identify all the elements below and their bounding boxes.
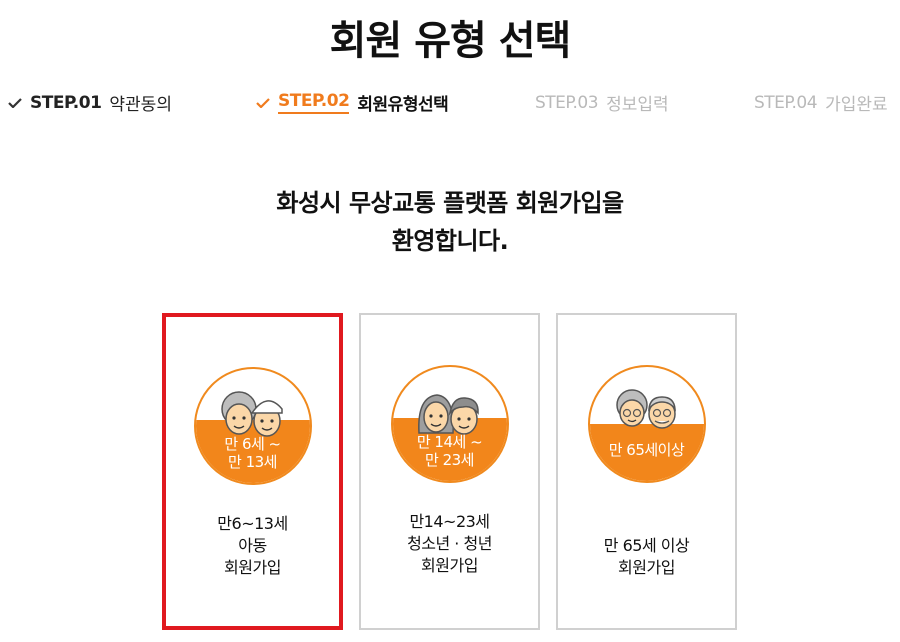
step-1-name: 약관동의 xyxy=(109,95,172,115)
badge-line-1: 만 6세 ~ xyxy=(224,435,281,453)
step-4: STEP.04 가입완료 xyxy=(754,90,888,116)
check-icon xyxy=(8,97,22,108)
member-type-card-senior[interactable]: 만 65세이상 만 65세 이상 회원가입 xyxy=(556,313,737,630)
badge-line-1: 만 65세이상 xyxy=(608,441,685,459)
step-progress: STEP.01 약관동의 STEP.02 회원유형선택 STEP.03 정보입력… xyxy=(0,90,900,120)
card-label: 만6~13세 아동 회원가입 xyxy=(166,513,339,579)
badge-line-1: 만 14세 ~ xyxy=(416,433,483,451)
member-type-card-child[interactable]: 만 6세 ~ 만 13세 만6~13세 아동 회원가입 xyxy=(162,313,343,630)
member-type-card-youth[interactable]: 만 14세 ~ 만 23세 만14~23세 청소년 · 청년 회원가입 xyxy=(359,313,540,630)
step-4-number: STEP.04 xyxy=(754,92,818,113)
age-badge: 만 14세 ~ 만 23세 xyxy=(390,365,509,483)
badge-line-2: 만 13세 xyxy=(228,453,277,471)
card-label-line-3: 회원가입 xyxy=(224,558,281,577)
card-label-line-2: 청소년 · 청년 xyxy=(407,534,492,553)
card-label-line-1: 만 65세 이상 xyxy=(603,536,690,555)
step-1-number: STEP.01 xyxy=(30,92,102,113)
card-label: 만 65세 이상 회원가입 xyxy=(558,535,735,579)
step-3-name: 정보입력 xyxy=(606,95,669,115)
welcome-line-1: 화성시 무상교통 플랫폼 회원가입을 xyxy=(276,189,624,217)
card-label-line-2: 회원가입 xyxy=(618,558,675,577)
age-badge: 만 6세 ~ 만 13세 xyxy=(193,367,312,485)
badge-line-2: 만 23세 xyxy=(425,451,474,469)
card-label-line-3: 회원가입 xyxy=(421,556,478,575)
card-label: 만14~23세 청소년 · 청년 회원가입 xyxy=(361,511,538,577)
card-label-line-1: 만6~13세 xyxy=(217,514,288,533)
card-label-line-1: 만14~23세 xyxy=(409,512,490,531)
age-badge: 만 65세이상 xyxy=(587,365,706,483)
step-2-name: 회원유형선택 xyxy=(357,95,449,115)
welcome-line-2: 환영합니다. xyxy=(391,227,509,255)
page-title: 회원 유형 선택 xyxy=(329,18,572,64)
step-3-number: STEP.03 xyxy=(535,92,599,113)
seniors-icon xyxy=(615,389,676,429)
step-1: STEP.01 약관동의 xyxy=(8,90,172,115)
step-3: STEP.03 정보입력 xyxy=(535,90,669,116)
card-label-line-2: 아동 xyxy=(238,536,267,555)
check-icon xyxy=(256,97,270,108)
step-4-name: 가입완료 xyxy=(825,95,888,115)
step-2-number: STEP.02 xyxy=(278,91,350,114)
welcome-message: 화성시 무상교통 플랫폼 회원가입을 환영합니다. xyxy=(0,184,900,260)
step-2: STEP.02 회원유형선택 xyxy=(256,90,449,115)
